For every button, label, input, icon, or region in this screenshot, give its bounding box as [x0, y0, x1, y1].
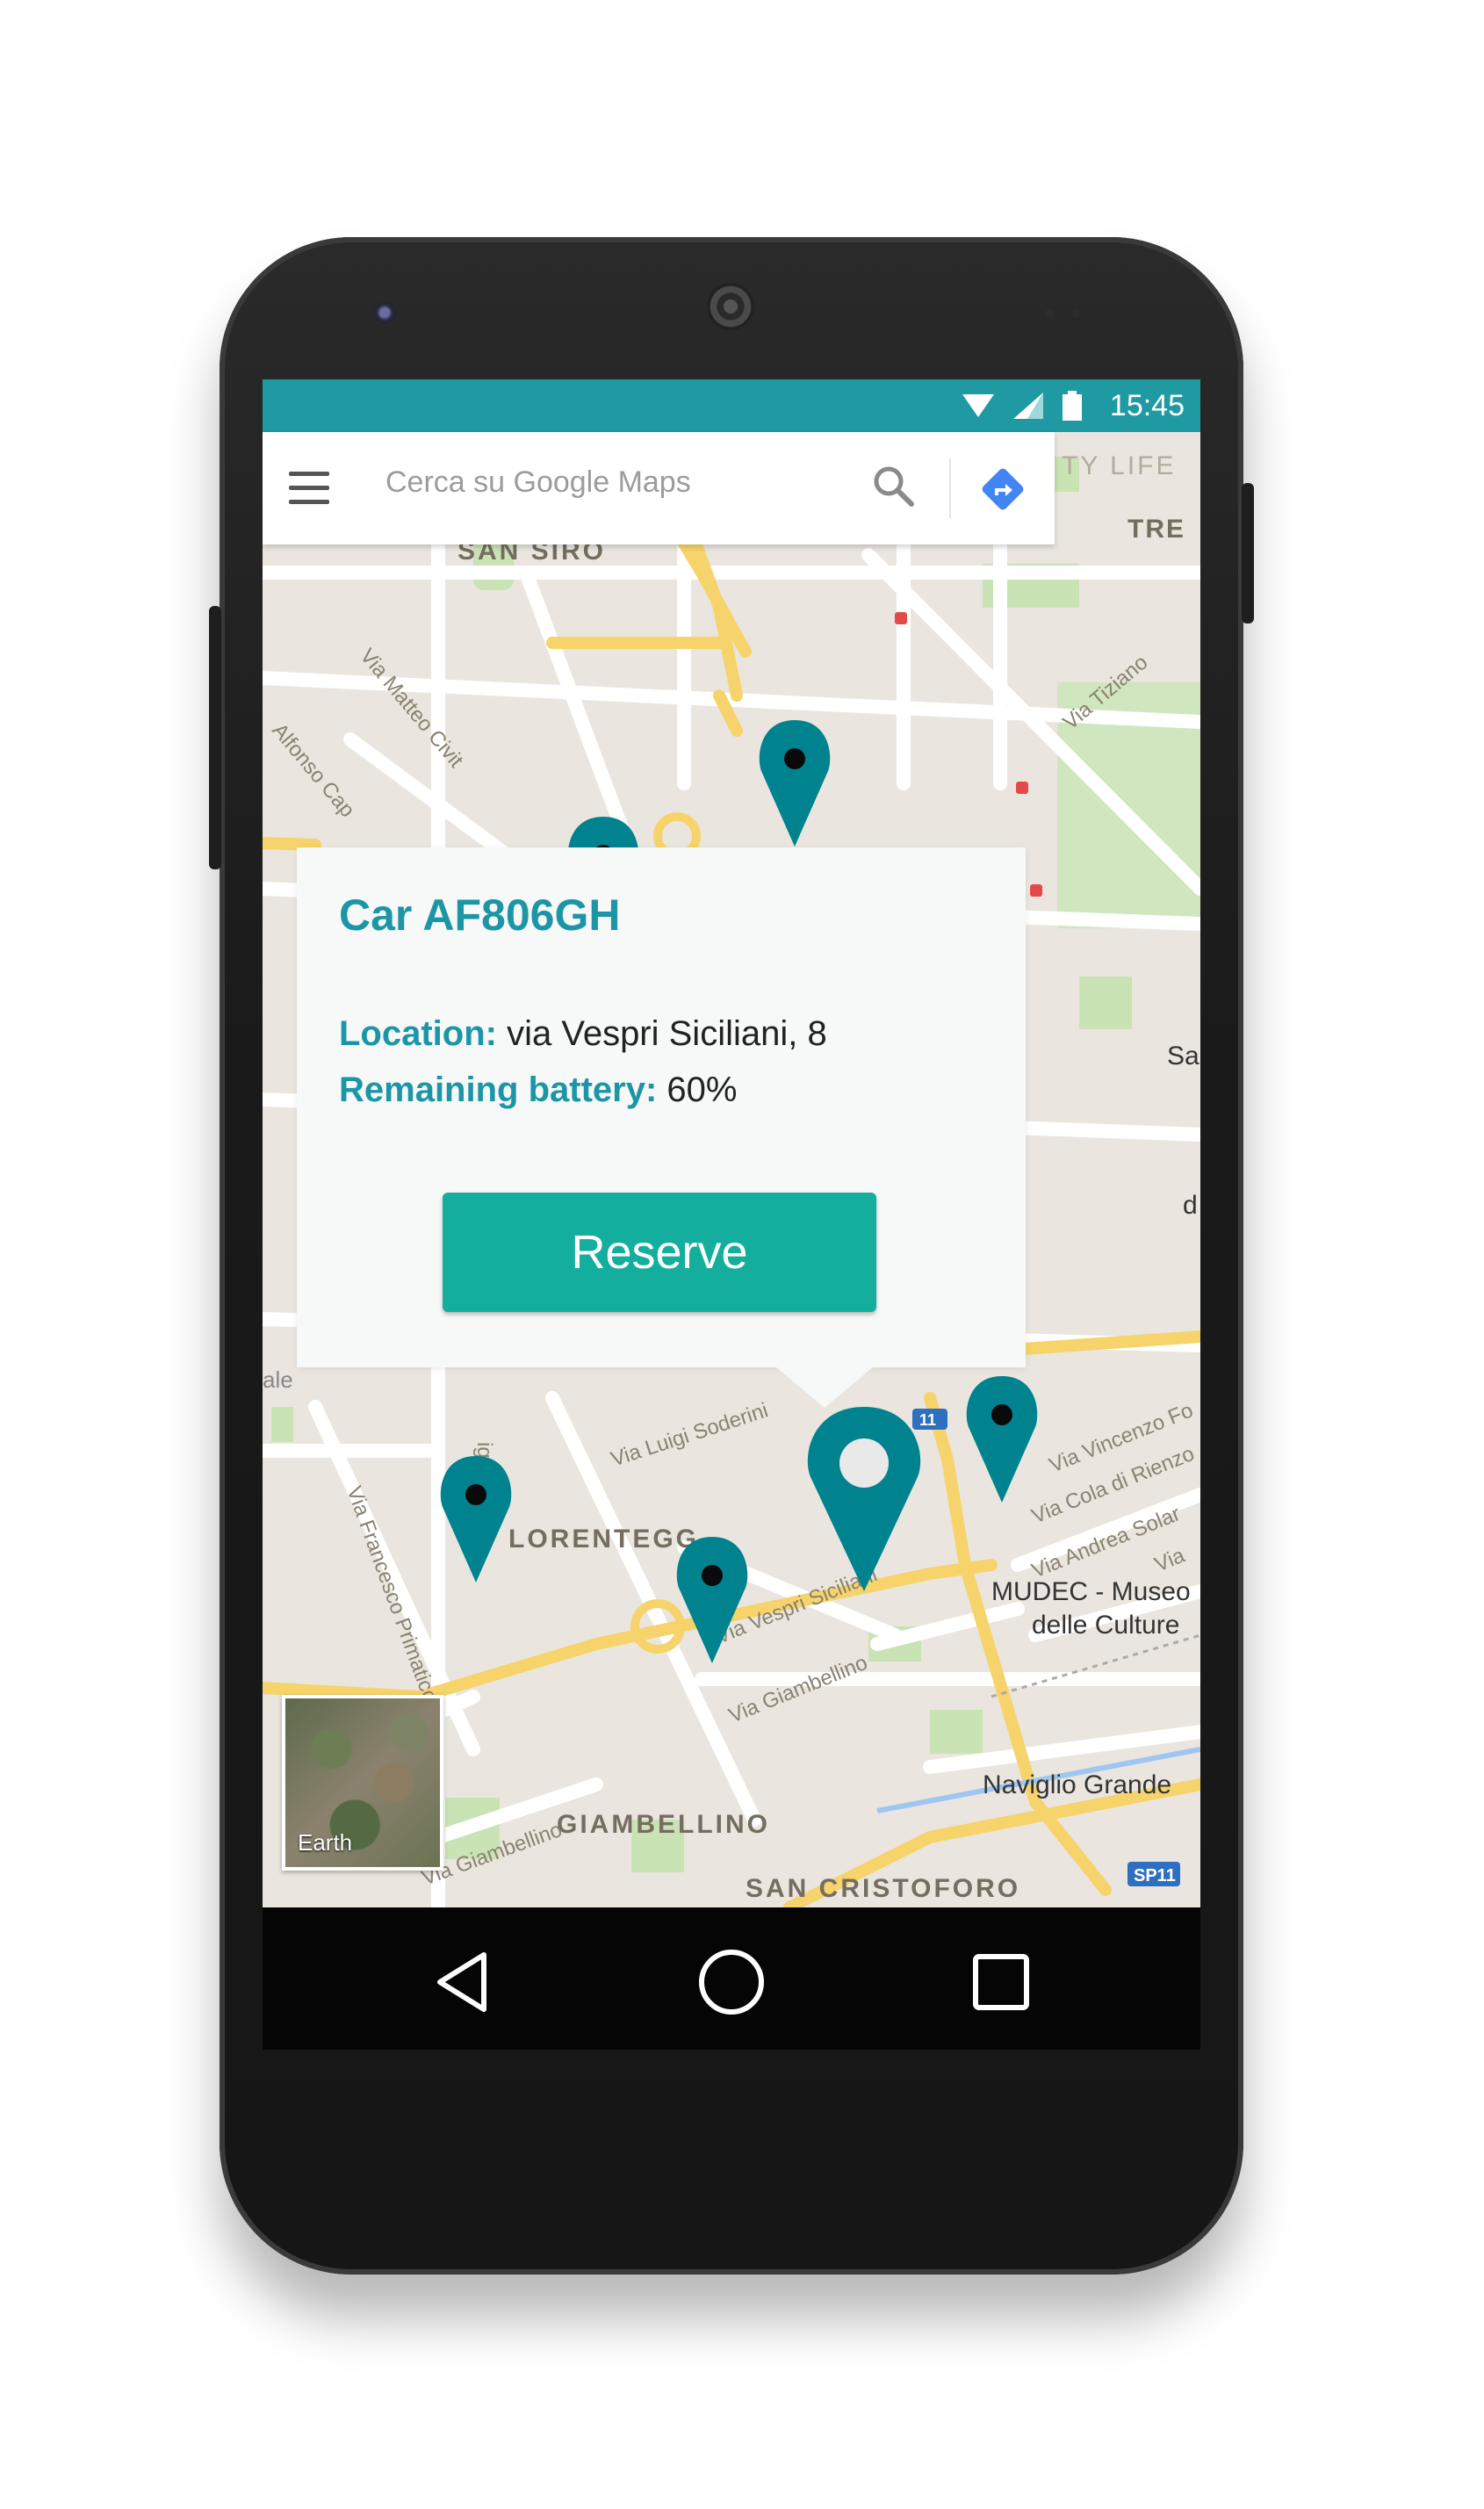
map-label: delle Culture	[1032, 1611, 1179, 1640]
battery-row: Remaining battery: 60%	[339, 1071, 737, 1110]
search-input[interactable]: Cerca su Google Maps	[385, 465, 691, 500]
front-camera	[374, 302, 395, 323]
search-bar[interactable]: Cerca su Google Maps	[263, 432, 1055, 544]
park-area	[930, 1710, 983, 1754]
hamburger-menu-icon[interactable]	[289, 472, 329, 507]
car-title: Car AF806GH	[339, 890, 621, 940]
battery-label: Remaining battery:	[339, 1071, 658, 1109]
metro-station-icon	[1016, 782, 1028, 794]
power-button	[1242, 483, 1254, 624]
route-shield-label: SP11	[1134, 1866, 1176, 1885]
light-sensor	[1071, 309, 1080, 318]
battery-value: 60%	[657, 1071, 738, 1109]
metro-station-icon	[895, 612, 907, 624]
map-label: SAN CRISTOFORO	[746, 1874, 1020, 1903]
wifi-icon	[962, 394, 994, 417]
map-label: LORENTEGG	[508, 1525, 699, 1554]
directions-arrow-icon[interactable]	[979, 465, 1027, 513]
volume-button	[209, 606, 221, 869]
back-triangle-icon[interactable]	[422, 1943, 501, 2022]
search-divider	[949, 458, 951, 518]
proximity-sensor	[1045, 309, 1054, 318]
reserve-button[interactable]: Reserve	[443, 1193, 876, 1312]
magnifier-search-icon[interactable]	[871, 464, 915, 508]
status-time: 15:45	[1109, 388, 1185, 422]
location-label: Location:	[339, 1014, 497, 1053]
map-label: Naviglio Grande	[983, 1770, 1171, 1799]
popup-pointer	[776, 1367, 873, 1408]
earth-layer-label: Earth	[298, 1829, 353, 1856]
location-value: via Vespri Siciliani, 8	[496, 1014, 827, 1053]
map-label: TY LIFE	[1062, 451, 1176, 480]
map-label: d	[1183, 1191, 1198, 1220]
map-label: GIAMBELLINO	[557, 1810, 770, 1839]
cell-signal-icon	[1012, 393, 1043, 419]
recents-square-icon[interactable]	[962, 1943, 1041, 2022]
map-label: ale	[263, 1366, 293, 1393]
screen: SAN SIRO TY LIFE TRE LORENTEGG GIAMBELLI…	[263, 379, 1200, 2050]
route-shield-label: 11	[919, 1411, 936, 1429]
phone-frame: SAN SIRO TY LIFE TRE LORENTEGG GIAMBELLI…	[209, 237, 1254, 2275]
status-bar: 15:45	[263, 379, 1200, 432]
map-label: Sa	[1167, 1042, 1199, 1071]
earth-layer-toggle[interactable]: Earth	[282, 1695, 443, 1871]
car-info-popup: Car AF806GH Location: via Vespri Sicilia…	[297, 847, 1026, 1367]
earpiece-speaker	[707, 283, 754, 330]
map-label: MUDEC - Museo	[991, 1577, 1191, 1606]
map-label: TRE	[1127, 515, 1185, 544]
metro-station-icon	[1030, 884, 1042, 897]
location-row: Location: via Vespri Siciliani, 8	[339, 1014, 827, 1054]
park-area	[1079, 977, 1132, 1029]
navigation-bar	[263, 1907, 1200, 2050]
home-circle-icon[interactable]	[692, 1943, 771, 2022]
park-area	[271, 1407, 293, 1442]
battery-icon	[1062, 391, 1082, 421]
